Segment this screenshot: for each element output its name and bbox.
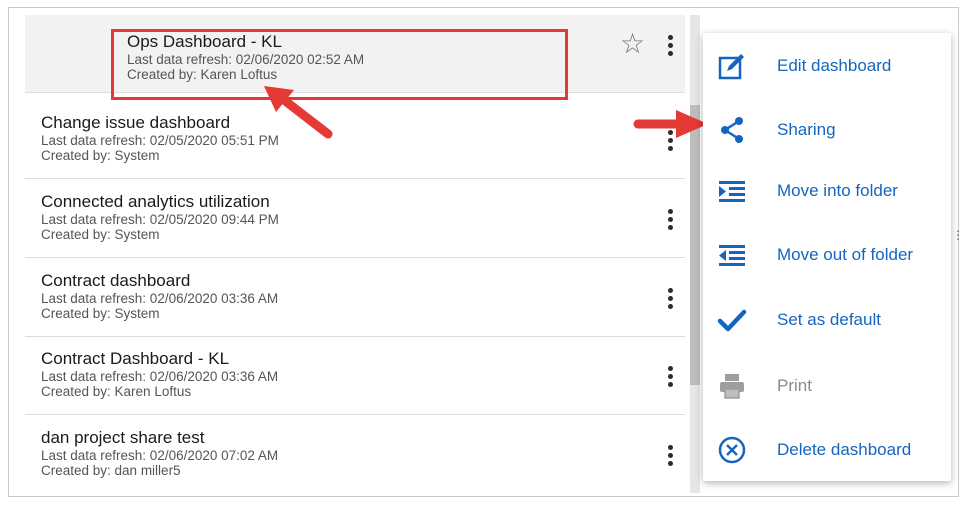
- favorite-star-icon[interactable]: ☆: [620, 30, 645, 58]
- dashboard-row[interactable]: Change issue dashboard Last data refresh…: [25, 101, 685, 179]
- menu-item-print[interactable]: Print: [703, 361, 951, 411]
- dashboard-title[interactable]: Change issue dashboard: [41, 113, 279, 133]
- share-icon: [721, 117, 743, 143]
- menu-item-label: Move into folder: [777, 181, 898, 200]
- more-options-icon[interactable]: [665, 35, 675, 59]
- last-refresh-text: Last data refresh: 02/05/2020 09:44 PM: [41, 211, 279, 227]
- menu-item-edit-dashboard[interactable]: Edit dashboard: [703, 41, 951, 91]
- dashboard-row[interactable]: Contract dashboard Last data refresh: 02…: [25, 259, 685, 337]
- created-by-text: Created by: System: [41, 227, 160, 243]
- more-options-icon[interactable]: [665, 288, 675, 312]
- checkmark-icon: [717, 309, 747, 332]
- menu-item-label: Delete dashboard: [777, 440, 912, 459]
- created-by-text: Created by: dan miller5: [41, 463, 181, 479]
- ellipsis-text: ⋮: [952, 228, 964, 242]
- created-by-text: Created by: System: [41, 148, 160, 164]
- dashboard-options-menu: Edit dashboard Sharing Move into folder: [703, 33, 951, 481]
- print-icon: [720, 374, 744, 399]
- menu-item-label: Set as default: [777, 310, 881, 329]
- more-options-icon[interactable]: [665, 366, 675, 390]
- callout-arrow-up-icon: [264, 86, 333, 139]
- menu-item-delete-dashboard[interactable]: Delete dashboard: [703, 425, 951, 475]
- more-options-icon[interactable]: [665, 209, 675, 233]
- dashboard-title[interactable]: dan project share test: [41, 428, 278, 448]
- dashboard-row[interactable]: Connected analytics utilization Last dat…: [25, 180, 685, 258]
- edit-icon: [718, 54, 744, 80]
- dashboard-title[interactable]: Contract dashboard: [41, 271, 278, 291]
- list-scrollbar[interactable]: [690, 15, 700, 493]
- highlight-box: [111, 29, 568, 100]
- dashboard-title[interactable]: Connected analytics utilization: [41, 192, 279, 212]
- created-by-text: Created by: System: [41, 306, 160, 322]
- menu-item-move-into-folder[interactable]: Move into folder: [703, 166, 951, 216]
- menu-item-label: Sharing: [777, 120, 836, 139]
- move-out-of-folder-icon: [719, 245, 745, 266]
- more-options-icon[interactable]: [665, 445, 675, 469]
- menu-item-move-out-of-folder[interactable]: Move out of folder: [703, 230, 951, 280]
- dashboard-row[interactable]: Contract Dashboard - KL Last data refres…: [25, 337, 685, 415]
- delete-circle-icon: [718, 436, 746, 464]
- menu-item-label: Move out of folder: [777, 245, 914, 264]
- move-into-folder-icon: [719, 181, 745, 202]
- dashboard-row[interactable]: dan project share test Last data refresh…: [25, 416, 685, 493]
- menu-item-label: Print: [777, 376, 812, 395]
- menu-item-sharing[interactable]: Sharing: [703, 105, 951, 155]
- created-by-text: Created by: Karen Loftus: [41, 384, 192, 400]
- callout-arrow-right-icon: [633, 110, 708, 138]
- menu-item-set-as-default[interactable]: Set as default: [703, 295, 951, 345]
- last-refresh-text: Last data refresh: 02/05/2020 05:51 PM: [41, 132, 279, 148]
- last-refresh-text: Last data refresh: 02/06/2020 03:36 AM: [41, 368, 279, 384]
- last-refresh-text: Last data refresh: 02/06/2020 07:02 AM: [41, 447, 279, 463]
- last-refresh-text: Last data refresh: 02/06/2020 03:36 AM: [41, 290, 279, 306]
- dashboard-title[interactable]: Contract Dashboard - KL: [41, 349, 278, 369]
- scrollbar-thumb[interactable]: [690, 105, 700, 385]
- menu-item-label: Edit dashboard: [777, 56, 892, 75]
